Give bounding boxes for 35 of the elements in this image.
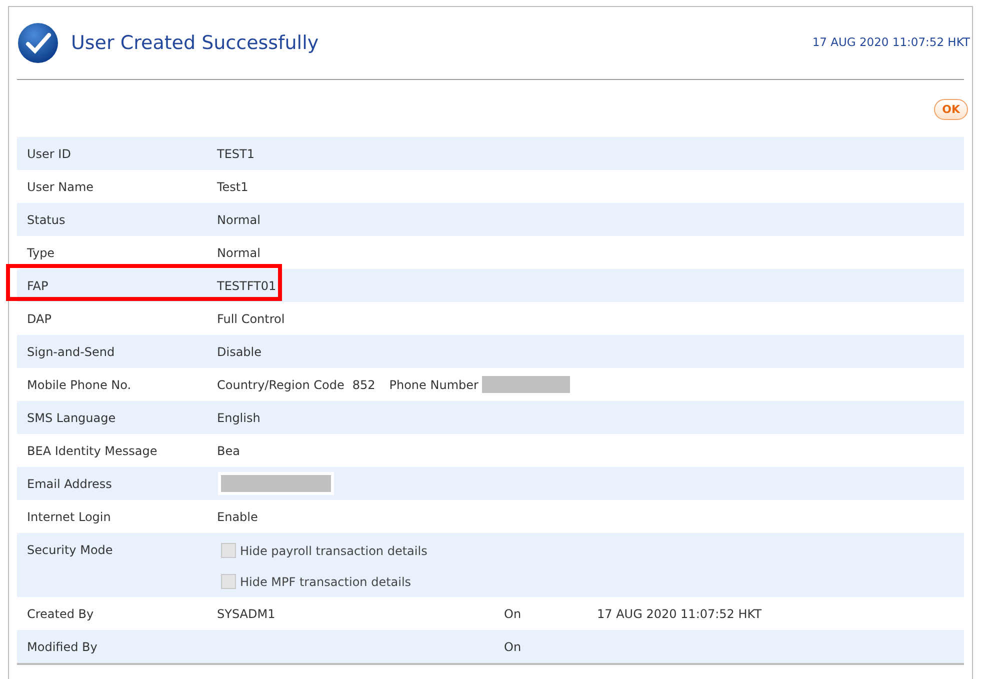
field-label: Created By bbox=[26, 606, 95, 620]
timestamp: 17 AUG 2020 11:07:52 HKT bbox=[812, 35, 970, 49]
field-value: 17 AUG 2020 11:07:52 HKT bbox=[597, 606, 762, 620]
field-label: Type bbox=[26, 246, 56, 260]
field-value: TESTFT01 bbox=[217, 278, 276, 292]
field-value: Test1 bbox=[217, 180, 248, 194]
field-label: Mobile Phone No. bbox=[26, 378, 132, 392]
field-value: Phone Number bbox=[389, 378, 478, 392]
field-value: Normal bbox=[217, 246, 260, 260]
field-label: DAP bbox=[26, 312, 52, 326]
field-value: SYSADM1 bbox=[217, 606, 276, 620]
field-value: Disable bbox=[217, 344, 262, 358]
field-label: On bbox=[504, 606, 522, 620]
field-value: Bea bbox=[217, 444, 240, 458]
field-value: Country/Region Code bbox=[217, 378, 344, 392]
field-value: 852 bbox=[352, 378, 376, 392]
field-label: BEA Identity Message bbox=[26, 444, 158, 458]
field-label: Email Address bbox=[26, 476, 113, 490]
field-label: User ID bbox=[26, 146, 72, 160]
field-label: User Name bbox=[26, 180, 95, 194]
page-title: User Created Successfully bbox=[71, 32, 319, 54]
field-value: Normal bbox=[217, 212, 260, 226]
field-label: Security Mode bbox=[26, 542, 114, 557]
field-label: Sign-and-Send bbox=[26, 344, 116, 358]
field-value: Full Control bbox=[217, 312, 285, 326]
field-label: SMS Language bbox=[26, 410, 117, 424]
field-value: English bbox=[217, 410, 260, 424]
field-label: Status bbox=[26, 212, 66, 226]
field-label: FAP bbox=[26, 278, 50, 292]
field-label: On bbox=[504, 640, 522, 654]
field-label: Modified By bbox=[26, 640, 98, 654]
checkmark-icon bbox=[17, 22, 59, 64]
field-value: TEST1 bbox=[217, 146, 254, 160]
field-value: Enable bbox=[217, 510, 258, 524]
field-label: Internet Login bbox=[26, 510, 112, 524]
